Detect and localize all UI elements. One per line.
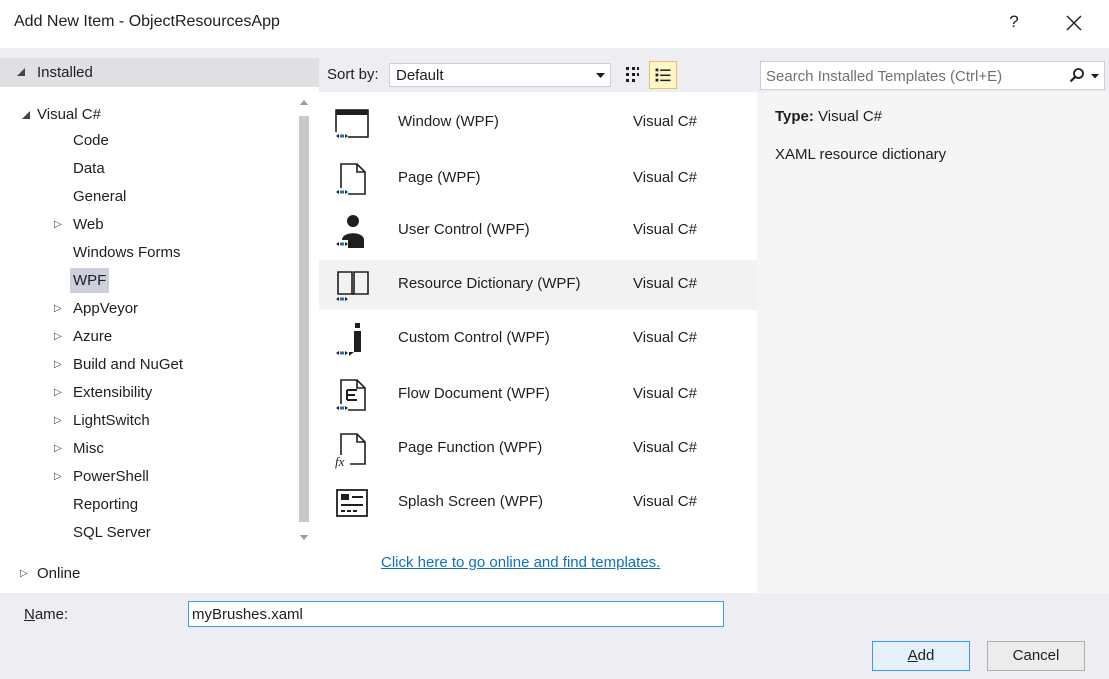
resource-dictionary-icon [334,271,369,304]
template-description: XAML resource dictionary [775,146,947,163]
scrollbar-thumb[interactable] [299,116,309,522]
list-view-icon[interactable] [649,61,677,89]
tree-item-label: Visual C# [37,106,101,123]
template-type: Type: Visual C# [775,108,882,125]
installed-label: Installed [37,64,93,81]
tree-item-label: Reporting [73,496,139,513]
template-language: Visual C# [633,329,697,346]
template-name: Page (WPF) [398,169,481,186]
tree-item-label: Code [73,132,109,149]
type-value: Visual C# [818,108,883,125]
collapsed-triangle-icon: ▷ [54,443,62,454]
tree-item-label: Azure [73,328,113,345]
scroll-up-icon[interactable] [299,98,309,106]
user-control-icon [334,215,364,249]
template-list-pane: Sort by: Default Window (WPF) Visual C# … [319,58,757,593]
tree-item-label: Build and NuGet [73,356,184,373]
tree-item-label: AppVeyor [73,300,139,317]
tree-item-label: Windows Forms [73,244,181,261]
online-label: Online [37,565,81,582]
flow-document-icon [334,379,366,413]
expanded-triangle-icon [22,111,30,119]
search-icon[interactable] [1069,67,1085,83]
category-pane: Installed Visual C# Code Data General ▷ … [0,58,319,593]
add-button[interactable]: Add [872,641,970,671]
search-bar [757,58,1109,92]
tree-item-label: LightSwitch [73,412,150,429]
splash-screen-icon [336,489,368,517]
page-function-icon: fx [334,433,366,469]
help-button[interactable]: ? [1004,12,1024,32]
template-row-page[interactable]: Page (WPF) Visual C# [319,154,757,204]
template-row-user-control[interactable]: User Control (WPF) Visual C# [319,206,757,256]
scroll-down-icon[interactable] [299,534,309,542]
template-name: Page Function (WPF) [398,439,543,456]
template-name: Flow Document (WPF) [398,385,550,402]
template-language: Visual C# [633,275,697,292]
custom-control-icon [336,323,361,356]
sort-toolbar: Sort by: Default [319,58,757,92]
name-label: Name: [24,606,69,623]
template-language: Visual C# [633,169,697,186]
title-bar: Add New Item - ObjectResourcesApp ? [0,0,1109,48]
template-name: Resource Dictionary (WPF) [398,275,581,292]
template-name: Splash Screen (WPF) [398,493,544,510]
search-input[interactable] [766,66,1056,86]
collapsed-triangle-icon: ▷ [54,331,62,342]
tree-item-label: PowerShell [73,468,149,485]
sort-by-select[interactable]: Default [389,63,611,87]
dialog-title: Add New Item - ObjectResourcesApp [14,13,280,30]
template-language: Visual C# [633,385,697,402]
tree-item-label: WPF [70,268,110,293]
tree-item-label: General [73,188,127,205]
medium-icons-view-icon[interactable] [620,63,644,87]
name-input[interactable] [192,604,717,624]
svg-text:fx: fx [335,454,345,469]
collapsed-triangle-icon: ▷ [20,568,28,579]
search-options-arrow-icon[interactable] [1091,74,1099,79]
name-field[interactable] [188,601,724,627]
installed-header[interactable]: Installed [0,58,319,87]
online-templates-link[interactable]: Click here to go online and find templat… [381,554,660,571]
template-row-flow-document[interactable]: Flow Document (WPF) Visual C# [319,370,757,420]
template-language: Visual C# [633,439,697,456]
template-row-window[interactable]: Window (WPF) Visual C# [319,98,757,148]
collapsed-triangle-icon: ▷ [54,303,62,314]
template-name: Custom Control (WPF) [398,329,550,346]
expanded-triangle-icon [17,68,25,76]
collapsed-triangle-icon: ▷ [54,471,62,482]
tree-item-label: Data [73,160,105,177]
template-row-custom-control[interactable]: Custom Control (WPF) Visual C# [319,314,757,364]
template-row-resource-dictionary[interactable]: Resource Dictionary (WPF) Visual C# [319,260,757,310]
add-new-item-dialog: Add New Item - ObjectResourcesApp ? Inst… [0,0,1109,679]
collapsed-triangle-icon: ▷ [54,219,62,230]
cancel-button[interactable]: Cancel [987,641,1085,671]
template-row-page-function[interactable]: fx Page Function (WPF) Visual C# [319,424,757,474]
tree-item-label: SQL Server [73,524,151,541]
close-icon[interactable] [1061,10,1087,36]
tree-item-label: Extensibility [73,384,153,401]
tree-item-label: Misc [73,440,104,457]
type-label: Type: [775,108,814,125]
category-scrollbar[interactable] [296,96,312,552]
window-icon [334,109,369,141]
dropdown-arrow-icon [596,73,605,78]
sort-by-value: Default [396,67,444,84]
category-tree: Visual C# Code Data General ▷ Web Window… [0,102,296,552]
collapsed-triangle-icon: ▷ [54,387,62,398]
template-row-splash-screen[interactable]: Splash Screen (WPF) Visual C# [319,478,757,528]
page-icon [334,163,366,197]
template-name: Window (WPF) [398,113,499,130]
tree-item-label: Web [73,216,104,233]
details-pane: Type: Visual C# XAML resource dictionary [757,58,1109,593]
online-node[interactable]: ▷ Online [0,557,319,593]
template-name: User Control (WPF) [398,221,530,238]
collapsed-triangle-icon: ▷ [54,415,62,426]
template-language: Visual C# [633,221,697,238]
collapsed-triangle-icon: ▷ [54,359,62,370]
template-language: Visual C# [633,113,697,130]
template-language: Visual C# [633,493,697,510]
sort-by-label: Sort by: [327,66,379,83]
search-box[interactable] [760,61,1105,90]
